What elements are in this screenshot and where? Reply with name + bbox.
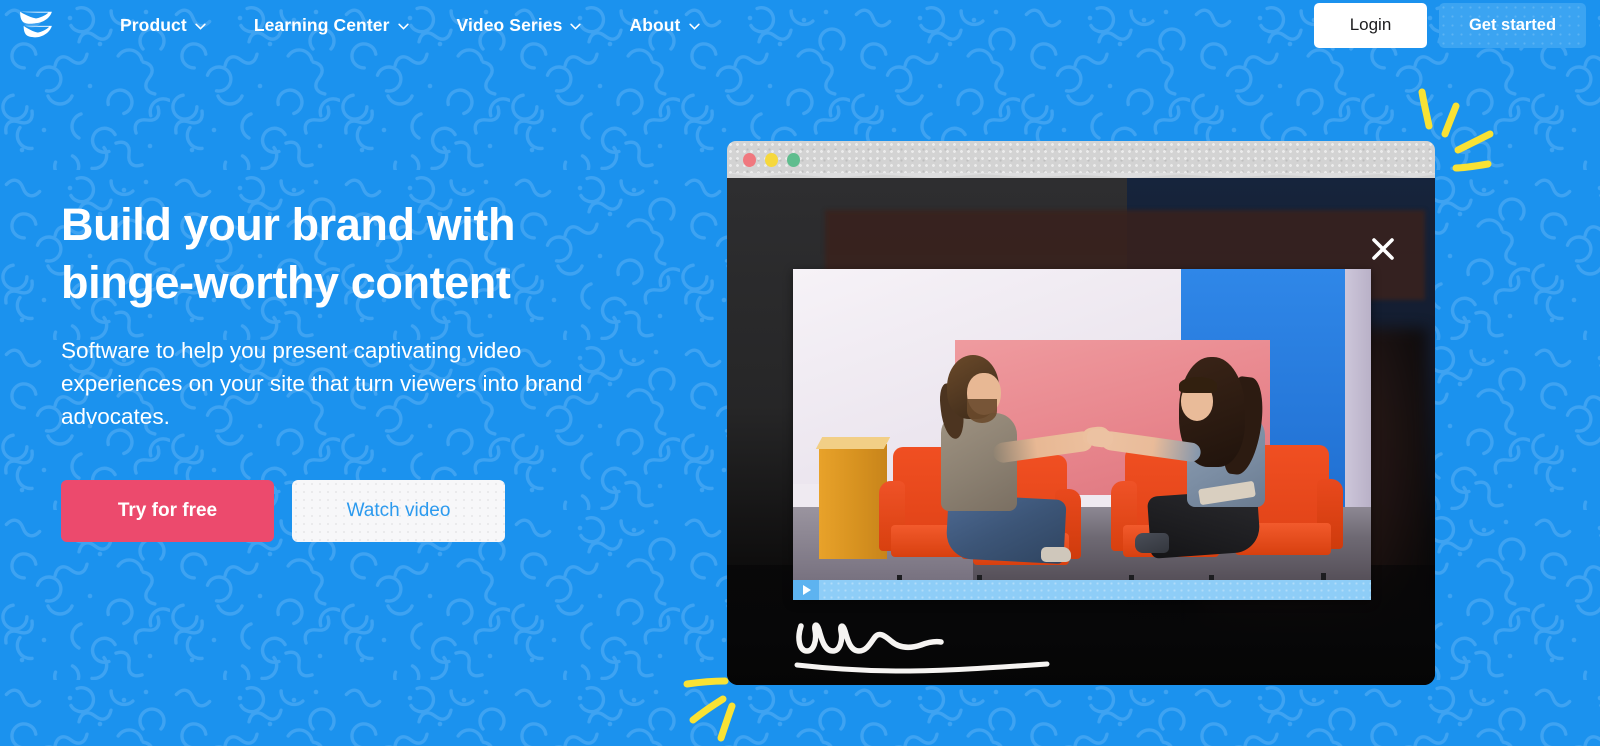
yellow-sparkle-top-right-icon bbox=[1418, 88, 1494, 172]
primary-nav: Product Learning Center Video Series Abo… bbox=[96, 15, 724, 36]
nav-item-label: About bbox=[629, 14, 681, 35]
scene-person-right bbox=[1086, 357, 1298, 565]
close-icon[interactable] bbox=[1369, 235, 1397, 263]
chevron-down-icon bbox=[195, 23, 206, 30]
window-body bbox=[727, 178, 1435, 685]
traffic-light-red-icon[interactable] bbox=[743, 153, 756, 167]
headline-line-2: binge-worthy content bbox=[61, 257, 511, 308]
wistia-wings-logo-icon[interactable] bbox=[18, 10, 54, 40]
yellow-sparkle-bottom-left-icon bbox=[683, 677, 736, 742]
header-actions: Login Get started bbox=[1314, 0, 1586, 50]
chair-leg bbox=[1321, 573, 1326, 580]
hero-subheadline: Software to help you present captivating… bbox=[61, 338, 583, 429]
nav-item-learning-center[interactable]: Learning Center bbox=[230, 15, 433, 36]
nav-item-product[interactable]: Product bbox=[96, 15, 230, 36]
scene-person-left bbox=[933, 355, 1110, 565]
nav-item-label: Video Series bbox=[456, 14, 563, 35]
try-for-free-button[interactable]: Try for free bbox=[61, 480, 274, 542]
hand-drawn-underline bbox=[794, 661, 1050, 674]
chevron-down-icon bbox=[397, 23, 409, 30]
hero-copy-block: Build your brand with binge-worthy conte… bbox=[61, 196, 661, 542]
nav-item-label: Product bbox=[120, 14, 187, 35]
nav-item-label: Learning Center bbox=[253, 14, 390, 35]
hand-drawn-scribble bbox=[796, 622, 944, 654]
get-started-button[interactable]: Get started bbox=[1439, 2, 1586, 48]
person-beard bbox=[967, 399, 997, 423]
window-titlebar bbox=[727, 141, 1435, 179]
video-player[interactable] bbox=[793, 269, 1371, 600]
watch-video-button[interactable]: Watch video bbox=[292, 480, 505, 542]
person-bangs bbox=[1179, 377, 1217, 393]
login-button[interactable]: Login bbox=[1314, 2, 1427, 48]
page-title: Build your brand with binge-worthy conte… bbox=[61, 196, 661, 312]
hero-cta-row: Try for free Watch video bbox=[61, 480, 661, 542]
video-scene bbox=[793, 269, 1371, 580]
scene-wall-edge bbox=[1345, 269, 1371, 519]
person-shoe bbox=[1041, 547, 1071, 562]
traffic-light-green-icon[interactable] bbox=[787, 153, 800, 167]
site-header: Product Learning Center Video Series Abo… bbox=[0, 0, 1600, 50]
nav-item-video-series[interactable]: Video Series bbox=[433, 15, 606, 36]
headline-line-1: Build your brand with bbox=[61, 199, 516, 250]
chevron-down-icon bbox=[688, 23, 700, 30]
person-shoe bbox=[1135, 533, 1169, 553]
mock-browser-window bbox=[727, 141, 1435, 685]
chevron-down-icon bbox=[570, 23, 582, 30]
play-triangle-icon bbox=[803, 585, 811, 595]
nav-item-about[interactable]: About bbox=[605, 15, 723, 36]
scene-yellow-box bbox=[819, 444, 887, 559]
traffic-light-yellow-icon[interactable] bbox=[765, 153, 778, 167]
video-progress-bar[interactable] bbox=[793, 580, 1371, 600]
play-button[interactable] bbox=[793, 580, 819, 600]
